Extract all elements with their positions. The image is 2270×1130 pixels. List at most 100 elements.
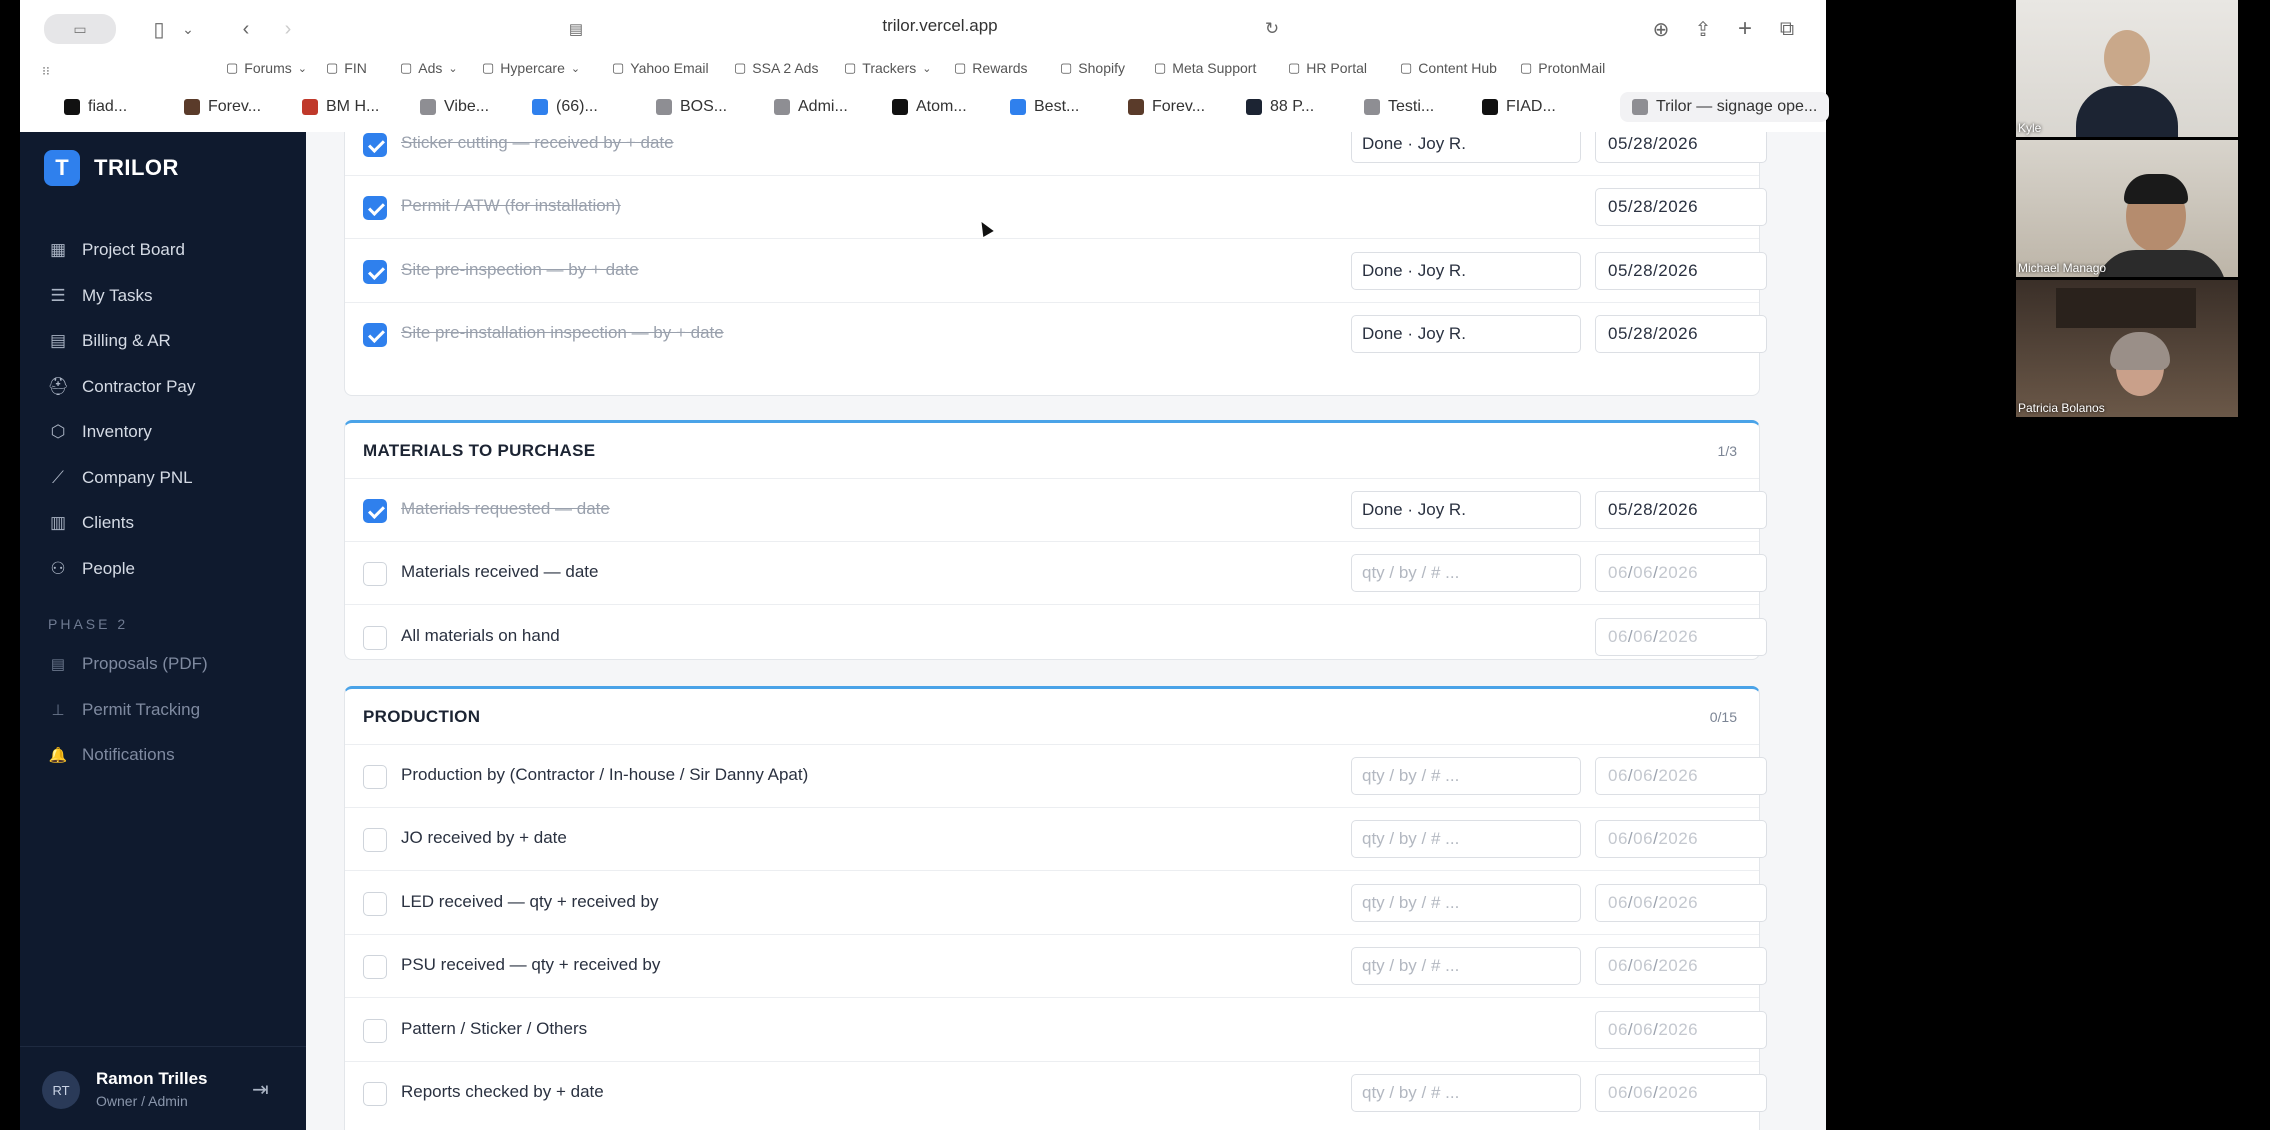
task-checkbox[interactable]	[363, 1018, 387, 1043]
sidebar-item-company-pnl[interactable]: ⟋ Company PNL	[48, 462, 193, 494]
bookmark-item[interactable]: ▢ Ads ⌄	[400, 60, 458, 76]
date-field[interactable]: 05/28/2026	[1595, 315, 1767, 354]
sidebar-item-contractor-pay[interactable]: ⛑ Contractor Pay	[47, 371, 195, 403]
brand-logo[interactable]: T TRILOR	[44, 150, 179, 186]
browser-tab[interactable]: fiad...	[64, 92, 127, 122]
bookmark-item[interactable]: ▢ Meta Support	[1154, 60, 1256, 76]
video-tile-2[interactable]: Michael Manago	[2016, 140, 2238, 277]
browser-tab[interactable]: Vibe...	[420, 92, 489, 122]
task-checkbox[interactable]	[363, 259, 387, 284]
browser-tab[interactable]: Forev...	[1128, 92, 1205, 122]
date-part: 06	[1633, 626, 1654, 646]
video-tile-3[interactable]: Patricia Bolanos	[2016, 280, 2238, 417]
bookmark-label: SSA 2 Ads	[752, 60, 819, 76]
task-checkbox[interactable]	[363, 625, 387, 650]
assignee-field[interactable]: Done · Joy R.	[1351, 491, 1581, 529]
browser-tab[interactable]: FIAD...	[1482, 92, 1556, 122]
date-field[interactable]: 05/28/2026	[1595, 491, 1767, 529]
download-icon[interactable]: ⊕	[1648, 14, 1674, 44]
address-bar[interactable]: trilor.vercel.app	[740, 16, 1140, 42]
new-tab-icon[interactable]: +	[1732, 14, 1758, 44]
sidebar-item-clients[interactable]: ▥ Clients	[48, 507, 134, 539]
assignee-field[interactable]: Done · Joy R.	[1351, 315, 1581, 354]
browser-tab[interactable]: Atom...	[892, 92, 967, 122]
task-checkbox[interactable]	[363, 828, 387, 853]
assignee-field[interactable]: qty / by / # ...	[1351, 554, 1581, 593]
browser-tab[interactable]: 88 P...	[1246, 92, 1314, 122]
favicon-icon	[420, 99, 436, 115]
bookmark-item[interactable]: ▢ Yahoo Email	[612, 60, 709, 76]
date-field[interactable]: 06/06/2026	[1595, 617, 1767, 656]
reload-icon[interactable]: ↻	[1260, 14, 1284, 44]
task-checkbox[interactable]	[363, 765, 387, 789]
browser-tab[interactable]: Trilor — signage ope...	[1620, 92, 1830, 122]
task-checkbox[interactable]	[363, 196, 387, 221]
task-checkbox[interactable]	[363, 562, 387, 587]
assignee-field[interactable]: qty / by / # ...	[1351, 757, 1581, 795]
bookmark-item[interactable]: ▢ FIN	[326, 60, 367, 76]
sidebar-item-notifications[interactable]: 🔔 Notifications	[48, 739, 175, 771]
task-checkbox[interactable]	[363, 955, 387, 980]
date-field[interactable]: 06/06/2026	[1595, 1074, 1767, 1112]
date-field[interactable]: 06/06/2026	[1595, 554, 1767, 593]
window-switch-button[interactable]: ▭	[44, 14, 116, 44]
sidebar-item-billing-ar[interactable]: ▤ Billing & AR	[48, 325, 171, 357]
assignee-field[interactable]: qty / by / # ...	[1351, 883, 1581, 922]
video-tile-1[interactable]: Kyle	[2016, 0, 2238, 137]
tab-overview-icon[interactable]: ⧉	[1774, 14, 1800, 44]
assignee-field[interactable]: Done · Joy R.	[1351, 132, 1581, 163]
sidebar-item-permit-tracking[interactable]: ⊥ Permit Tracking	[48, 694, 200, 726]
browser-tab[interactable]: BM H...	[302, 92, 379, 122]
date-field[interactable]: 06/06/2026	[1595, 757, 1767, 795]
chevron-down-icon[interactable]: ⌄	[178, 14, 198, 44]
date-field[interactable]: 06/06/2026	[1595, 1010, 1767, 1049]
avatar[interactable]: RT	[42, 1071, 80, 1109]
task-checkbox[interactable]	[363, 323, 387, 348]
bookmark-item[interactable]: ▢ Content Hub	[1400, 60, 1497, 76]
assignee-field[interactable]: qty / by / # ...	[1351, 820, 1581, 859]
assignee-field[interactable]: qty / by / # ...	[1351, 1074, 1581, 1112]
sidebar-item-project-board[interactable]: ▦ Project Board	[48, 234, 185, 266]
task-checkbox[interactable]	[363, 133, 387, 157]
browser-tab[interactable]: Testi...	[1364, 92, 1434, 122]
page-settings-icon[interactable]: ▤	[564, 14, 588, 44]
browser-tab[interactable]: Admi...	[774, 92, 848, 122]
browser-tab[interactable]: Best...	[1010, 92, 1079, 122]
browser-tab[interactable]: (66)...	[532, 92, 598, 122]
date-field[interactable]: 05/28/2026	[1595, 251, 1767, 290]
back-icon[interactable]: ‹	[234, 14, 258, 44]
date-field[interactable]: 06/06/2026	[1595, 947, 1767, 986]
bookmark-item[interactable]: ▢ ProtonMail	[1520, 60, 1605, 76]
browser-tab[interactable]: Forev...	[184, 92, 261, 122]
date-field[interactable]: 06/06/2026	[1595, 883, 1767, 922]
bookmark-item[interactable]: ▢ Hypercare ⌄	[482, 60, 580, 76]
browser-tab[interactable]: BOS...	[656, 92, 727, 122]
folder-icon: ▢	[400, 60, 413, 75]
bookmark-item[interactable]: ▢ Trackers ⌄	[844, 60, 931, 76]
sidebar-item-my-tasks[interactable]: ☰ My Tasks	[48, 280, 152, 312]
sidebar-item-inventory[interactable]: ⬡ Inventory	[48, 416, 152, 448]
assignee-field[interactable]: qty / by / # ...	[1351, 947, 1581, 986]
sidebar-toggle-icon[interactable]: ▯	[144, 14, 174, 44]
bookmark-item[interactable]: ▢ Rewards	[954, 60, 1028, 76]
main-content: Sticker cutting — received by + date Done…	[306, 132, 1826, 1130]
task-checkbox[interactable]	[363, 499, 387, 523]
task-checkbox[interactable]	[363, 891, 387, 916]
forward-icon[interactable]: ›	[276, 14, 300, 44]
sidebar-item-proposals-pdf[interactable]: ▤ Proposals (PDF)	[48, 648, 208, 680]
task-checkbox[interactable]	[363, 1082, 387, 1106]
date-field[interactable]: 05/28/2026	[1595, 132, 1767, 163]
bookmark-item[interactable]: ▢ SSA 2 Ads	[734, 60, 818, 76]
share-icon[interactable]: ⇪	[1690, 14, 1716, 44]
meta-icon: ▢	[734, 60, 747, 75]
bookmark-item[interactable]: ▢ Forums ⌄	[226, 60, 307, 76]
bookmark-item[interactable]: ▢ Shopify	[1060, 60, 1125, 76]
bookmark-item[interactable]: ▢ HR Portal	[1288, 60, 1367, 76]
logout-icon[interactable]: ⇥	[252, 1077, 269, 1102]
checklist-row: Sticker cutting — received by + date Done…	[345, 132, 1767, 176]
date-field[interactable]: 05/28/2026	[1595, 188, 1767, 227]
date-field[interactable]: 06/06/2026	[1595, 820, 1767, 859]
sidebar-item-people[interactable]: ⚇ People	[48, 553, 135, 585]
assignee-field[interactable]: Done · Joy R.	[1351, 251, 1581, 290]
tab-label: BM H...	[326, 98, 380, 115]
